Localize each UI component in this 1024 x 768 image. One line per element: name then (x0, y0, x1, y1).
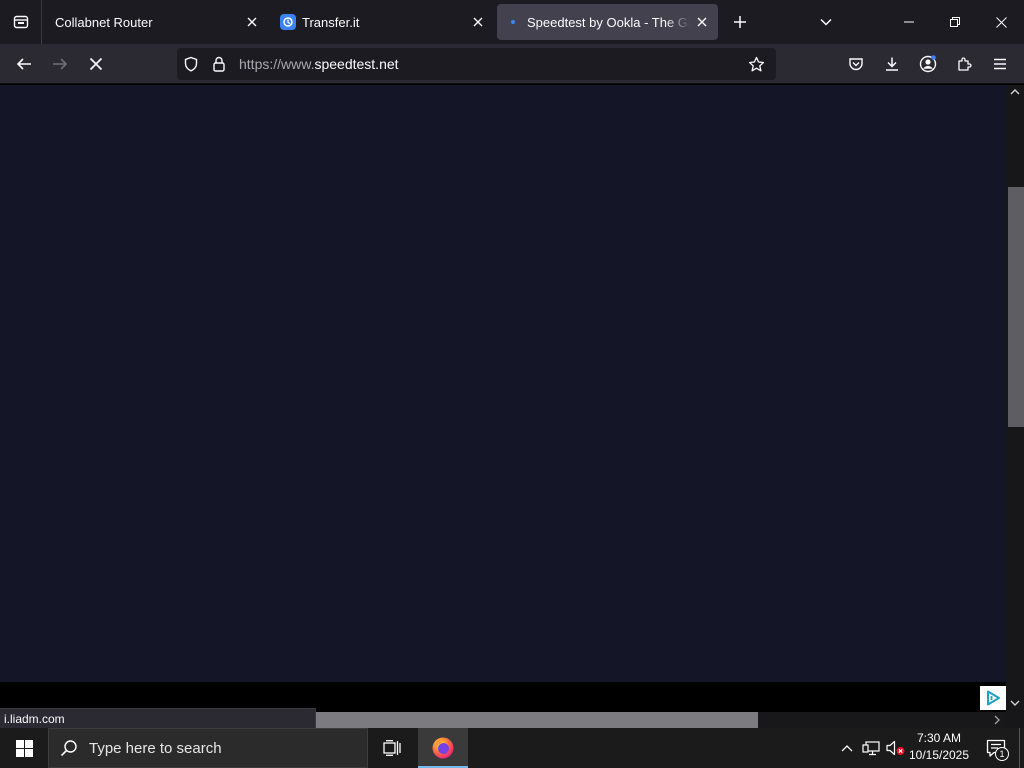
tab-title: Speedtest by Ookla - The Global Broadban… (527, 14, 690, 30)
lock-icon[interactable] (205, 48, 233, 80)
restore-button[interactable] (932, 0, 978, 44)
close-icon[interactable] (690, 10, 714, 34)
app-menu-button[interactable] (984, 48, 1016, 80)
horizontal-scrollbar-thumb[interactable] (316, 712, 758, 728)
tab-title: Collabnet Router (55, 14, 153, 30)
account-icon (919, 55, 937, 73)
minimize-button[interactable] (886, 0, 932, 44)
extensions-button[interactable] (948, 48, 980, 80)
task-view-button[interactable] (368, 728, 416, 768)
address-bar[interactable]: https://www.speedtest.net (177, 48, 776, 80)
firefox-view-button[interactable] (0, 0, 42, 44)
show-desktop-button[interactable] (1019, 728, 1024, 768)
notification-count-badge: 1 (995, 747, 1009, 761)
chevron-up-icon[interactable] (1009, 87, 1021, 97)
taskbar-search-box[interactable]: Type here to search (48, 728, 368, 768)
hamburger-menu-icon (994, 58, 1006, 70)
list-all-tabs-button[interactable] (808, 4, 844, 40)
chevron-down-icon[interactable] (1009, 698, 1021, 708)
system-clock[interactable]: 7:30 AM 10/15/2025 (906, 730, 972, 766)
taskbar-firefox-button[interactable] (418, 728, 468, 768)
windows-logo-icon (15, 739, 33, 757)
scrollbar-corner (1006, 712, 1024, 728)
back-button[interactable] (8, 48, 40, 80)
clock-date: 10/15/2025 (908, 748, 970, 762)
restore-icon (950, 17, 960, 27)
arrow-right-icon (53, 58, 68, 70)
transfer-icon (280, 14, 296, 30)
download-icon (886, 57, 898, 71)
show-hidden-icons-button[interactable] (836, 728, 858, 768)
close-icon[interactable] (466, 10, 490, 34)
tracking-protection-shield-icon[interactable] (177, 48, 205, 80)
network-icon (862, 741, 880, 756)
tab-title: Transfer.it (302, 14, 360, 30)
window-close-button[interactable] (978, 0, 1024, 44)
stop-loading-button[interactable] (80, 48, 112, 80)
search-placeholder: Type here to search (89, 739, 222, 757)
tab-speedtest[interactable]: Speedtest by Ookla - The Global Broadban… (497, 4, 718, 40)
status-panel: i.liadm.com (0, 708, 316, 728)
search-icon (49, 729, 89, 767)
chevron-down-icon (820, 18, 832, 26)
plus-icon (734, 16, 746, 28)
action-center-button[interactable]: 1 (976, 728, 1016, 768)
new-tab-button[interactable] (722, 4, 758, 40)
minimize-icon (904, 21, 914, 23)
clock-time: 7:30 AM (916, 731, 962, 745)
close-icon (89, 57, 103, 71)
chevron-up-icon (841, 745, 853, 752)
downloads-button[interactable] (876, 48, 908, 80)
url-prefix: https://www. (239, 56, 315, 72)
task-view-icon (383, 740, 401, 756)
speaker-muted-icon (886, 740, 905, 756)
puzzle-icon (958, 57, 972, 71)
close-icon[interactable] (240, 10, 264, 34)
tab-strip: Collabnet Router Transfer.it Speedtest b… (0, 0, 1024, 44)
firefox-view-icon (13, 15, 28, 29)
adchoices-icon[interactable] (980, 686, 1006, 710)
forward-button[interactable] (44, 48, 76, 80)
url-domain: speedtest.net (314, 56, 399, 72)
start-button[interactable] (0, 728, 48, 768)
navigation-toolbar: https://www.speedtest.net (0, 44, 1024, 84)
firefox-icon (432, 737, 454, 759)
tab-transfer-it[interactable]: Transfer.it (270, 4, 494, 40)
close-icon (995, 16, 1007, 28)
windows-taskbar: Type here to search 7:30 AM 10/15/2025 1 (0, 728, 1024, 768)
bookmark-star-button[interactable] (742, 50, 770, 78)
loading-icon (505, 14, 521, 30)
chevron-right-icon[interactable] (992, 715, 1002, 725)
vertical-scrollbar[interactable] (1006, 85, 1024, 712)
pocket-button[interactable] (840, 48, 872, 80)
network-tray-button[interactable] (859, 728, 883, 768)
arrow-left-icon (16, 58, 31, 70)
account-button[interactable] (912, 48, 944, 80)
url-text[interactable]: https://www.speedtest.net (239, 56, 399, 72)
vertical-scrollbar-thumb[interactable] (1008, 187, 1024, 427)
volume-tray-button[interactable] (884, 728, 908, 768)
tab-collabnet-router[interactable]: Collabnet Router (42, 4, 268, 40)
page-content (0, 85, 1006, 682)
pocket-icon (849, 58, 863, 71)
star-icon (748, 56, 764, 71)
status-text: i.liadm.com (4, 712, 65, 726)
